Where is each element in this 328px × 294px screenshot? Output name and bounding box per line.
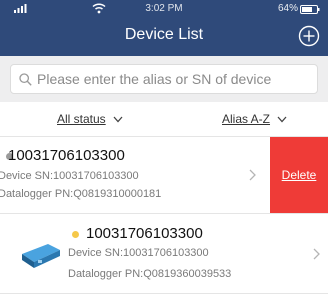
search-icon — [19, 73, 32, 86]
status-bar: 3:02 PM 64% — [0, 0, 328, 18]
delete-button[interactable]: Delete — [270, 137, 328, 213]
status-indicator — [72, 231, 79, 238]
battery-icon — [300, 5, 320, 14]
datalogger-device-icon — [22, 244, 60, 268]
battery-percent: 64% — [277, 3, 298, 14]
sort-dropdown[interactable]: Alias A-Z — [222, 112, 287, 126]
chevron-down-icon — [113, 116, 123, 123]
device-row[interactable]: 10031706103300 Device SN:10031706103300 … — [0, 137, 328, 214]
device-title: 10031706103300 — [8, 147, 125, 164]
chevron-down-icon — [277, 116, 287, 123]
chevron-right-icon — [313, 248, 320, 260]
status-filter-label: All status — [57, 112, 106, 126]
chevron-right-icon — [249, 169, 256, 181]
page-title: Device List — [124, 26, 204, 43]
add-device-icon[interactable] — [298, 25, 320, 47]
sort-label: Alias A-Z — [222, 112, 271, 126]
datalogger-pn: Datalogger PN:Q0819310000181 — [0, 188, 162, 200]
filter-bar: All status Alias A-Z — [0, 102, 328, 137]
device-title: 10031706103300 — [86, 225, 203, 242]
status-filter-dropdown[interactable]: All status — [57, 112, 123, 126]
search-box[interactable] — [10, 64, 318, 94]
app-header: 3:02 PM 64% Device List — [0, 0, 328, 56]
device-sn: Device SN:10031706103300 — [68, 247, 209, 259]
search-area — [0, 56, 328, 102]
datalogger-pn: Datalogger PN:Q0819360039533 — [68, 268, 232, 280]
device-row[interactable]: 10031706103300 Device SN:10031706103300 … — [0, 214, 328, 294]
device-row-content[interactable]: 10031706103300 Device SN:10031706103300 … — [0, 137, 270, 213]
device-sn: Device SN:10031706103300 — [0, 170, 139, 182]
search-input[interactable] — [37, 69, 313, 89]
delete-label: Delete — [281, 168, 317, 182]
